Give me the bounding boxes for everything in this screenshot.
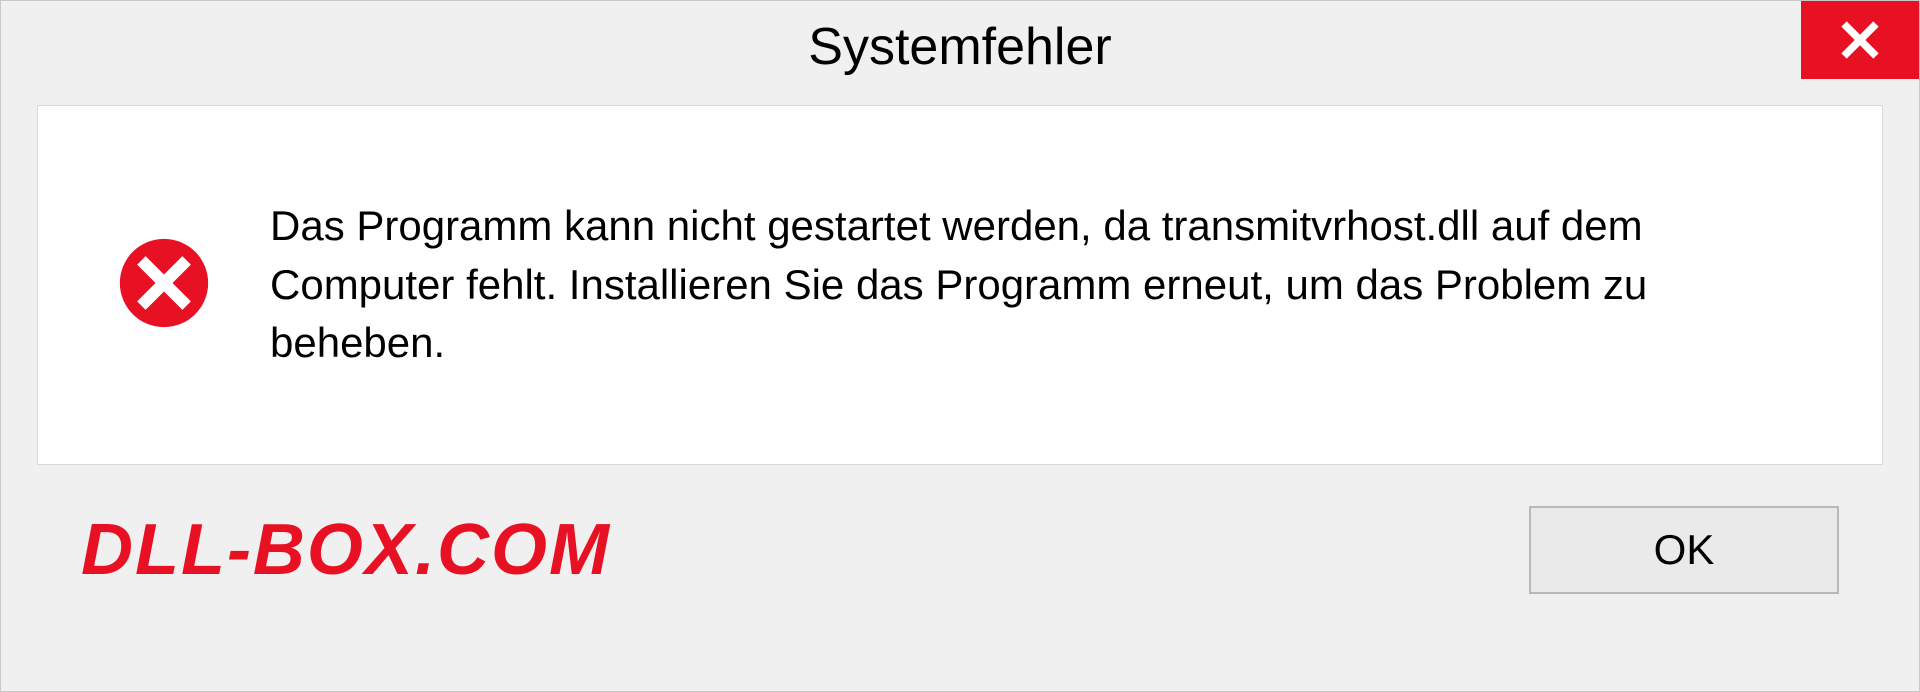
close-icon [1840,20,1880,60]
dialog-title: Systemfehler [808,17,1111,77]
titlebar: Systemfehler [1,1,1919,93]
error-icon-wrap [118,237,210,334]
ok-button[interactable]: OK [1529,506,1839,594]
error-dialog: Systemfehler Das Programm kann nicht ges… [0,0,1920,692]
close-button[interactable] [1801,1,1919,79]
error-icon [118,237,210,329]
dialog-footer: DLL-BOX.COM OK [1,465,1919,635]
error-message: Das Programm kann nicht gestartet werden… [270,197,1822,373]
watermark-text: DLL-BOX.COM [81,509,611,591]
content-area: Das Programm kann nicht gestartet werden… [37,105,1883,465]
